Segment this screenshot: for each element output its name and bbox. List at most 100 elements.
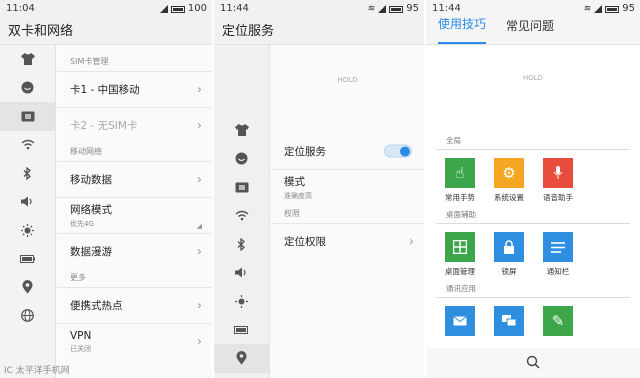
- row-mobile-data[interactable]: 移动数据 ›: [57, 161, 212, 197]
- section-header-permission: 权限: [284, 209, 300, 218]
- chevron-right-icon: ›: [408, 234, 414, 249]
- gear-icon: ⚙: [494, 158, 524, 188]
- search-icon[interactable]: [526, 354, 540, 373]
- divider: [436, 297, 630, 298]
- group-header-desktop: 桌面辅助: [446, 210, 476, 219]
- row-mode[interactable]: 模式 准确度高: [271, 169, 424, 205]
- wifi-status-icon: ≋: [367, 4, 376, 14]
- brightness-icon[interactable]: [214, 287, 269, 316]
- row-label: 数据漫游: [70, 246, 112, 258]
- volume-icon[interactable]: [0, 188, 55, 217]
- bluetooth-icon[interactable]: [214, 230, 269, 259]
- shirt-icon[interactable]: [214, 116, 269, 145]
- status-time: 11:44: [220, 3, 249, 14]
- row-label: 卡2 - 无SIM卡: [70, 120, 138, 132]
- battery-icon[interactable]: [0, 245, 55, 274]
- location-icon[interactable]: [214, 344, 269, 373]
- section-header-network: 移动网络: [70, 147, 102, 156]
- hand-icon: ☝: [445, 158, 475, 188]
- group-header-global: 全局: [446, 136, 461, 145]
- wifi-icon[interactable]: [0, 131, 55, 160]
- sim-icon[interactable]: [214, 173, 269, 202]
- location-toggle[interactable]: [384, 144, 412, 158]
- screen-dual-sim-network: 11:04 100 双卡和网络 SIM卡管理 卡1 - 中国移动 › 卡2 - 无…: [0, 0, 212, 378]
- row-network-mode[interactable]: 网络模式 优先4G ◢: [57, 197, 212, 233]
- battery-level: 95: [406, 3, 419, 14]
- divider: [436, 149, 630, 150]
- row-label: 移动数据: [70, 174, 112, 186]
- row-location-permission[interactable]: 定位权限 ›: [271, 223, 424, 259]
- row-label: VPN: [70, 329, 92, 342]
- tiles-communication: ✎: [426, 306, 640, 336]
- brightness-icon[interactable]: [0, 216, 55, 245]
- status-bar: 11:44 ≋ 95: [214, 0, 424, 18]
- sim-icon[interactable]: [0, 102, 55, 131]
- tile-label: 系统设置: [494, 193, 524, 202]
- smile-icon[interactable]: [214, 145, 269, 174]
- grid-icon: [445, 232, 475, 262]
- tab-bar: 使用技巧 常见问题: [426, 17, 640, 45]
- row-card2[interactable]: 卡2 - 无SIM卡 ›: [57, 107, 212, 143]
- chat-icon: [494, 306, 524, 336]
- battery-icon: [605, 5, 620, 13]
- section-header-sim: SIM卡管理: [70, 57, 109, 66]
- tile-voice-assistant[interactable]: 语音助手: [542, 158, 574, 203]
- battery-icon: [389, 5, 404, 13]
- status-bar: 11:04 100: [0, 0, 212, 18]
- row-label: 网络模式: [70, 204, 112, 216]
- contacts-icon: ✎: [543, 306, 573, 336]
- page-title: 定位服务: [214, 18, 424, 45]
- signal-icon: [378, 5, 387, 13]
- lock-icon: [494, 232, 524, 262]
- row-roaming[interactable]: 数据漫游 ›: [57, 233, 212, 269]
- wifi-icon[interactable]: [214, 202, 269, 231]
- screen-usage-tips: 11:44 ≋ 95 使用技巧 常见问题 HOLD 全局 ☝ 常用手势 ⚙ 系统设置 …: [426, 0, 640, 378]
- row-vpn[interactable]: VPN 已关闭 ›: [57, 323, 212, 359]
- globe-icon[interactable]: [0, 302, 55, 331]
- tiles-global: ☝ 常用手势 ⚙ 系统设置 语音助手: [426, 158, 640, 203]
- battery-icon: [170, 5, 185, 13]
- tab-faq[interactable]: 常见问题: [506, 14, 554, 44]
- hold-placeholder: HOLD: [522, 74, 544, 82]
- tile-gestures[interactable]: ☝ 常用手势: [444, 158, 476, 203]
- watermark: IC 太平洋手机网: [4, 366, 70, 376]
- mail-icon: [445, 306, 475, 336]
- tile-mail[interactable]: [444, 306, 476, 336]
- tile-contacts[interactable]: ✎: [542, 306, 574, 336]
- bottom-search-bar: [426, 348, 640, 378]
- tile-notification-bar[interactable]: 通知栏: [542, 232, 574, 277]
- tile-desktop-manage[interactable]: 桌面管理: [444, 232, 476, 277]
- wifi-status-icon: ≋: [583, 4, 592, 14]
- screen-location-service: 11:44 ≋ 95 定位服务 HOLD 定位服务 模式 准确度高 权限 定位权限 ›: [214, 0, 424, 378]
- location-icon[interactable]: [0, 273, 55, 302]
- bluetooth-icon[interactable]: [0, 159, 55, 188]
- divider: [436, 223, 630, 224]
- tile-messages[interactable]: [493, 306, 525, 336]
- tile-label: 语音助手: [543, 193, 573, 202]
- row-label: 便携式热点: [70, 300, 123, 312]
- chevron-right-icon: ›: [196, 298, 202, 313]
- settings-sidebar: [214, 45, 270, 378]
- battery-level: 95: [622, 3, 635, 14]
- tile-label: 桌面管理: [445, 267, 475, 276]
- row-sublabel: 已关闭: [70, 344, 91, 353]
- shirt-icon[interactable]: [0, 45, 55, 74]
- location-content: HOLD 定位服务 模式 准确度高 权限 定位权限 ›: [271, 45, 424, 378]
- chevron-right-icon: ›: [196, 82, 202, 97]
- tile-lock-screen[interactable]: 锁屏: [493, 232, 525, 277]
- tile-label: 通知栏: [546, 267, 570, 276]
- tile-system-settings[interactable]: ⚙ 系统设置: [493, 158, 525, 203]
- row-location-service[interactable]: 定位服务: [271, 133, 424, 169]
- microphone-icon: [543, 158, 573, 188]
- battery-icon[interactable]: [214, 316, 269, 345]
- status-bar: 11:44 ≋ 95: [426, 0, 640, 18]
- smile-icon[interactable]: [0, 74, 55, 103]
- row-hotspot[interactable]: 便携式热点 ›: [57, 287, 212, 323]
- chevron-right-icon: ›: [196, 172, 202, 187]
- chevron-right-icon: ›: [196, 118, 202, 133]
- volume-icon[interactable]: [214, 259, 269, 288]
- signal-icon: [159, 5, 168, 13]
- row-card1[interactable]: 卡1 - 中国移动 ›: [57, 71, 212, 107]
- tile-label: 锁屏: [501, 267, 517, 276]
